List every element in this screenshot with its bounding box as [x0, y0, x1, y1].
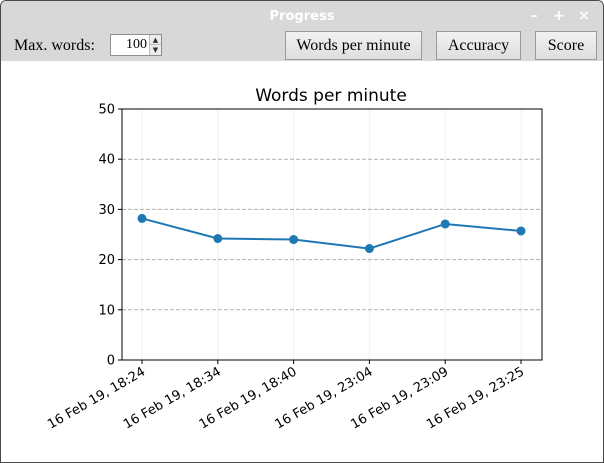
y-tick-label: 20: [98, 253, 115, 268]
data-point: [440, 219, 450, 229]
score-button[interactable]: Score: [535, 31, 597, 60]
max-words-label: Max. words:: [14, 37, 95, 54]
plot-frame: [121, 108, 543, 361]
series-line: [141, 217, 522, 250]
title-bar[interactable]: Progress – + ×: [1, 1, 603, 31]
close-icon[interactable]: ×: [576, 8, 592, 24]
chevron-up-icon[interactable]: ▲: [150, 35, 161, 45]
data-point: [289, 235, 299, 245]
accuracy-button[interactable]: Accuracy: [436, 31, 521, 60]
words-per-minute-button[interactable]: Words per minute: [285, 31, 422, 60]
chevron-down-icon[interactable]: ▼: [150, 45, 161, 55]
chart-panel: 0 10 20 30 40 50 16 Feb 19, 18:24 16 Feb 19, 18…: [1, 61, 603, 462]
max-words-input[interactable]: [111, 35, 149, 55]
maximize-icon[interactable]: +: [551, 8, 567, 24]
spin-arrows: ▲ ▼: [149, 35, 161, 55]
y-tick-label: 0: [107, 354, 115, 369]
y-tick-label: 40: [98, 153, 115, 168]
minimize-icon[interactable]: –: [526, 8, 542, 24]
data-point: [516, 226, 526, 236]
max-words-spinbox[interactable]: ▲ ▼: [110, 34, 162, 56]
y-tick-label: 10: [98, 303, 115, 318]
data-point: [137, 213, 147, 223]
series-words-per-minute: [137, 213, 526, 254]
y-tick-label: 30: [98, 203, 115, 218]
data-point: [364, 244, 374, 254]
chart-title: Words per minute: [255, 86, 407, 106]
y-tick-label: 50: [98, 103, 115, 118]
window-title: Progress: [269, 9, 335, 24]
wpm-line-chart: 0102030405016 Feb 19, 18:2416 Feb 19, 18…: [45, 86, 543, 433]
grid: [122, 109, 542, 360]
data-point: [213, 234, 223, 244]
toolbar: Max. words: ▲ ▼ Words per minute Accurac…: [1, 31, 603, 61]
progress-window: Progress – + × Max. words: ▲ ▼ Words per…: [0, 0, 604, 463]
